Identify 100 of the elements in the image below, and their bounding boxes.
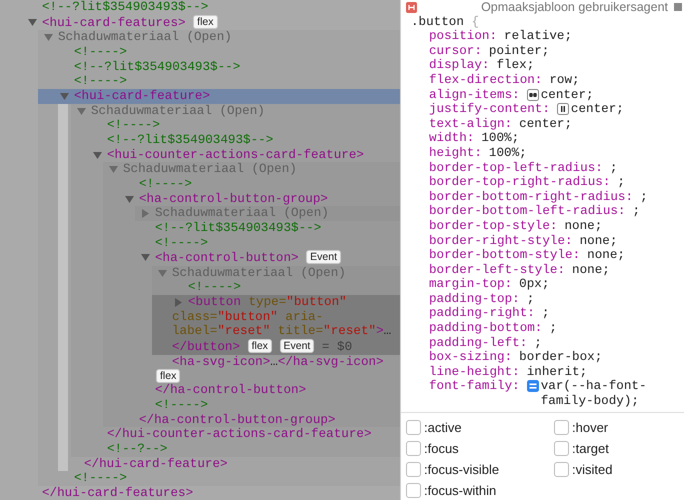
- node-badge[interactable]: flex: [193, 14, 218, 29]
- property-value[interactable]: ;: [526, 292, 680, 306]
- property-value[interactable]: var(--ha-font-family-body);: [540, 379, 680, 409]
- html-comment: <!---->: [155, 236, 208, 250]
- checkbox-label[interactable]: :target: [572, 441, 609, 456]
- property-name[interactable]: border-top-style:: [429, 218, 558, 234]
- property-value[interactable]: center;: [519, 116, 680, 132]
- property-name[interactable]: font-family:: [429, 379, 520, 394]
- property-name[interactable]: box-sizing:: [429, 350, 512, 365]
- checkbox[interactable]: [554, 441, 569, 456]
- element-tag[interactable]: <button type="button" class="button" aria-label="reset" title="reset">…: [172, 295, 400, 340]
- property-name[interactable]: text-align:: [429, 116, 512, 132]
- checkbox-label[interactable]: :focus-visible: [424, 462, 500, 478]
- stylesheet-source[interactable]: Opmaaksjabloon gebruikersagent: [423, 0, 668, 15]
- property-value[interactable]: ;: [617, 175, 680, 190]
- property-value[interactable]: inherit;: [526, 364, 680, 380]
- triangle-down-icon[interactable]: [141, 253, 150, 262]
- property-value[interactable]: ;: [632, 204, 680, 219]
- property-value[interactable]: center;: [570, 102, 680, 117]
- property-name[interactable]: border-top-left-radius:: [429, 160, 603, 176]
- property-name[interactable]: border-top-right-radius:: [429, 175, 610, 190]
- property-value[interactable]: relative;: [504, 29, 680, 44]
- triangle-down-icon[interactable]: [44, 33, 53, 42]
- opening-brace: {: [471, 14, 480, 29]
- triangle-down-icon[interactable]: [125, 194, 134, 204]
- checkbox[interactable]: [406, 420, 421, 436]
- property-name[interactable]: display:: [429, 58, 490, 73]
- checkbox[interactable]: [406, 441, 421, 456]
- property-name[interactable]: border-bottom-style:: [429, 248, 580, 263]
- node-badge[interactable]: flex: [248, 339, 272, 354]
- property-value[interactable]: none;: [587, 248, 680, 263]
- html-comment: <!--?lit$354903493$-->: [155, 220, 322, 235]
- property-value[interactable]: row;: [549, 72, 680, 88]
- hover-highlight[interactable]: <button type="button" class="button" aria-label="reset" title="reset">… </button> flex Event = $0: [152, 295, 400, 355]
- triangle-down-icon[interactable]: [93, 150, 102, 160]
- checkbox-label[interactable]: :active: [424, 420, 462, 436]
- html-comment: <!---->: [74, 74, 127, 88]
- css-selector: .button: [411, 14, 464, 29]
- property-name[interactable]: align-items:: [429, 88, 520, 102]
- node-badge[interactable]: Event: [306, 250, 342, 264]
- property-value[interactable]: flex;: [496, 58, 680, 73]
- property-value[interactable]: ;: [610, 160, 680, 176]
- justify-content-icon[interactable]: [556, 103, 569, 116]
- triangle-down-icon[interactable]: [109, 165, 118, 174]
- variable-icon[interactable]: [526, 380, 539, 392]
- property-name[interactable]: justify-content:: [429, 102, 550, 117]
- property-name[interactable]: padding-bottom:: [429, 321, 542, 336]
- property-value[interactable]: ;: [534, 336, 680, 350]
- triangle-right-icon[interactable]: [141, 209, 150, 218]
- property-value[interactable]: pointer;: [488, 44, 680, 58]
- checkbox[interactable]: [554, 462, 569, 478]
- triangle-down-icon[interactable]: [158, 268, 167, 278]
- property-value[interactable]: 100%;: [481, 131, 680, 146]
- property-value[interactable]: ;: [640, 190, 680, 204]
- property-value[interactable]: none;: [580, 234, 680, 248]
- property-value[interactable]: center;: [540, 88, 680, 102]
- html-comment: <!---->: [155, 398, 208, 412]
- checkbox-label[interactable]: :visited: [572, 462, 612, 478]
- property-name[interactable]: border-bottom-left-radius:: [429, 204, 626, 219]
- closing-tag: </button>: [172, 340, 240, 354]
- property-name[interactable]: padding-top:: [429, 292, 520, 306]
- property-name[interactable]: padding-right:: [429, 306, 535, 322]
- html-comment: <!--?lit$354903493$-->: [107, 132, 274, 147]
- property-name[interactable]: flex-direction:: [429, 72, 542, 88]
- element-tag[interactable]: <hui-card-features>: [42, 16, 186, 30]
- property-value[interactable]: 100%;: [488, 146, 680, 161]
- node-badge[interactable]: Event: [280, 339, 314, 354]
- checkbox[interactable]: [554, 420, 569, 436]
- property-name[interactable]: line-height:: [429, 364, 520, 380]
- property-name[interactable]: border-bottom-right-radius:: [429, 190, 634, 204]
- checkbox[interactable]: [406, 462, 421, 478]
- property-name[interactable]: cursor:: [429, 44, 482, 58]
- closing-tag: </hui-card-feature>: [84, 456, 228, 471]
- html-comment: <!---->: [188, 280, 241, 294]
- property-value[interactable]: 0px;: [519, 277, 680, 292]
- triangle-down-icon[interactable]: [28, 18, 37, 27]
- node-badge[interactable]: flex: [156, 369, 180, 384]
- align-items-icon[interactable]: [526, 88, 539, 101]
- property-name[interactable]: position:: [429, 29, 498, 44]
- property-name[interactable]: border-right-style:: [429, 234, 573, 248]
- checkbox-label[interactable]: :hover: [572, 420, 608, 436]
- property-value[interactable]: ;: [549, 321, 680, 336]
- property-value[interactable]: ;: [542, 306, 680, 322]
- property-name[interactable]: border-left-style:: [429, 262, 566, 278]
- triangle-down-icon[interactable]: [77, 106, 86, 116]
- property-name[interactable]: width:: [429, 131, 474, 146]
- triangle-down-icon[interactable]: [60, 92, 69, 101]
- closing-tag: </ha-control-button>: [155, 383, 306, 398]
- property-value[interactable]: none;: [572, 262, 680, 278]
- property-name[interactable]: margin-top:: [429, 277, 512, 292]
- element-tag[interactable]: <ha-svg-icon>…</ha-svg-icon>: [172, 354, 384, 369]
- property-value[interactable]: none;: [564, 218, 680, 234]
- property-name[interactable]: padding-left:: [429, 336, 528, 350]
- property-value[interactable]: border-box;: [519, 350, 680, 365]
- html-comment: <!---->: [139, 176, 192, 191]
- triangle-right-icon[interactable]: [174, 298, 183, 308]
- property-name[interactable]: height:: [429, 146, 482, 161]
- checkbox[interactable]: [406, 483, 421, 498]
- checkbox-label[interactable]: :focus-within: [424, 483, 496, 498]
- checkbox-label[interactable]: :focus: [424, 441, 459, 456]
